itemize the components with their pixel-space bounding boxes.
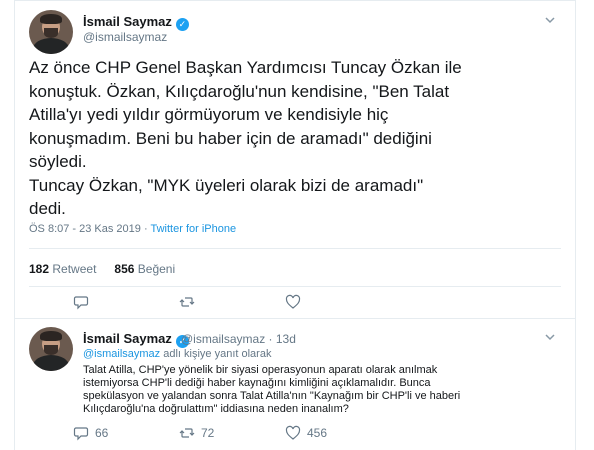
- replying-to-mention[interactable]: @ismailsaymaz: [83, 348, 160, 360]
- reply-author-name-text[interactable]: İsmail Saymaz: [83, 331, 172, 346]
- tweet-timestamp[interactable]: ÖS 8:07 - 23 Kas 2019: [29, 223, 141, 235]
- reply-avatar[interactable]: [29, 327, 73, 371]
- like-count: 456: [307, 426, 328, 440]
- verified-badge-icon: ✓: [175, 18, 189, 31]
- like-button[interactable]: [285, 294, 301, 310]
- divider: [29, 248, 561, 249]
- tweet-card: İsmail Saymaz ✓ @ismailsaymaz Az önce CHP…: [14, 0, 576, 450]
- tweet-source[interactable]: Twitter for iPhone: [151, 223, 237, 235]
- retweet-icon: [179, 428, 195, 438]
- chevron-down-icon[interactable]: [543, 331, 557, 345]
- tweet-meta: ÖS 8:07 - 23 Kas 2019 · Twitter for iPho…: [29, 223, 236, 235]
- reply-icon: [73, 427, 89, 441]
- author-name-text[interactable]: İsmail Saymaz: [83, 14, 172, 29]
- retweet-button[interactable]: 72: [179, 425, 214, 441]
- reply-icon: [73, 296, 89, 310]
- avatar[interactable]: [29, 10, 73, 54]
- reply-button[interactable]: [73, 294, 89, 310]
- heart-icon: [285, 294, 301, 309]
- retweet-button[interactable]: [179, 294, 195, 310]
- replying-to: @ismailsaymaz adlı kişiye yanıt olarak: [83, 348, 271, 360]
- heart-icon: [285, 425, 301, 440]
- meta-separator: ·: [140, 223, 151, 235]
- divider: [15, 318, 575, 319]
- retweet-count: 72: [201, 426, 215, 440]
- tweet-stats: 182 Retweet 856 Beğeni: [29, 262, 175, 276]
- reply-actions: 66 72 456: [15, 425, 575, 445]
- likes-label: Beğeni: [137, 262, 176, 276]
- retweets-label: Retweet: [52, 262, 97, 276]
- reply-author-name[interactable]: İsmail Saymaz ✓: [83, 331, 189, 348]
- reply-button[interactable]: 66: [73, 425, 108, 441]
- chevron-down-icon[interactable]: [543, 14, 557, 28]
- reply-author-handle[interactable]: @ismailsaymaz · 13d: [181, 332, 296, 346]
- reply-text: Talat Atilla, CHP'ye yönelik bir siyasi …: [83, 364, 461, 415]
- divider: [15, 0, 575, 1]
- retweets-stat[interactable]: 182 Retweet: [29, 262, 96, 276]
- divider: [29, 286, 561, 287]
- like-button[interactable]: 456: [285, 425, 327, 441]
- tweet-text: Az önce CHP Genel Başkan Yardımcısı Tunc…: [29, 58, 462, 218]
- author-handle[interactable]: @ismailsaymaz: [83, 30, 167, 44]
- likes-stat[interactable]: 856 Beğeni: [114, 262, 175, 276]
- reply-count: 66: [95, 426, 109, 440]
- retweet-icon: [179, 297, 195, 307]
- retweets-count: 182: [29, 262, 50, 276]
- author-name[interactable]: İsmail Saymaz ✓: [83, 14, 189, 31]
- tweet-actions: [15, 294, 575, 314]
- replying-to-suffix: adlı kişiye yanıt olarak: [160, 348, 272, 360]
- likes-count: 856: [114, 262, 135, 276]
